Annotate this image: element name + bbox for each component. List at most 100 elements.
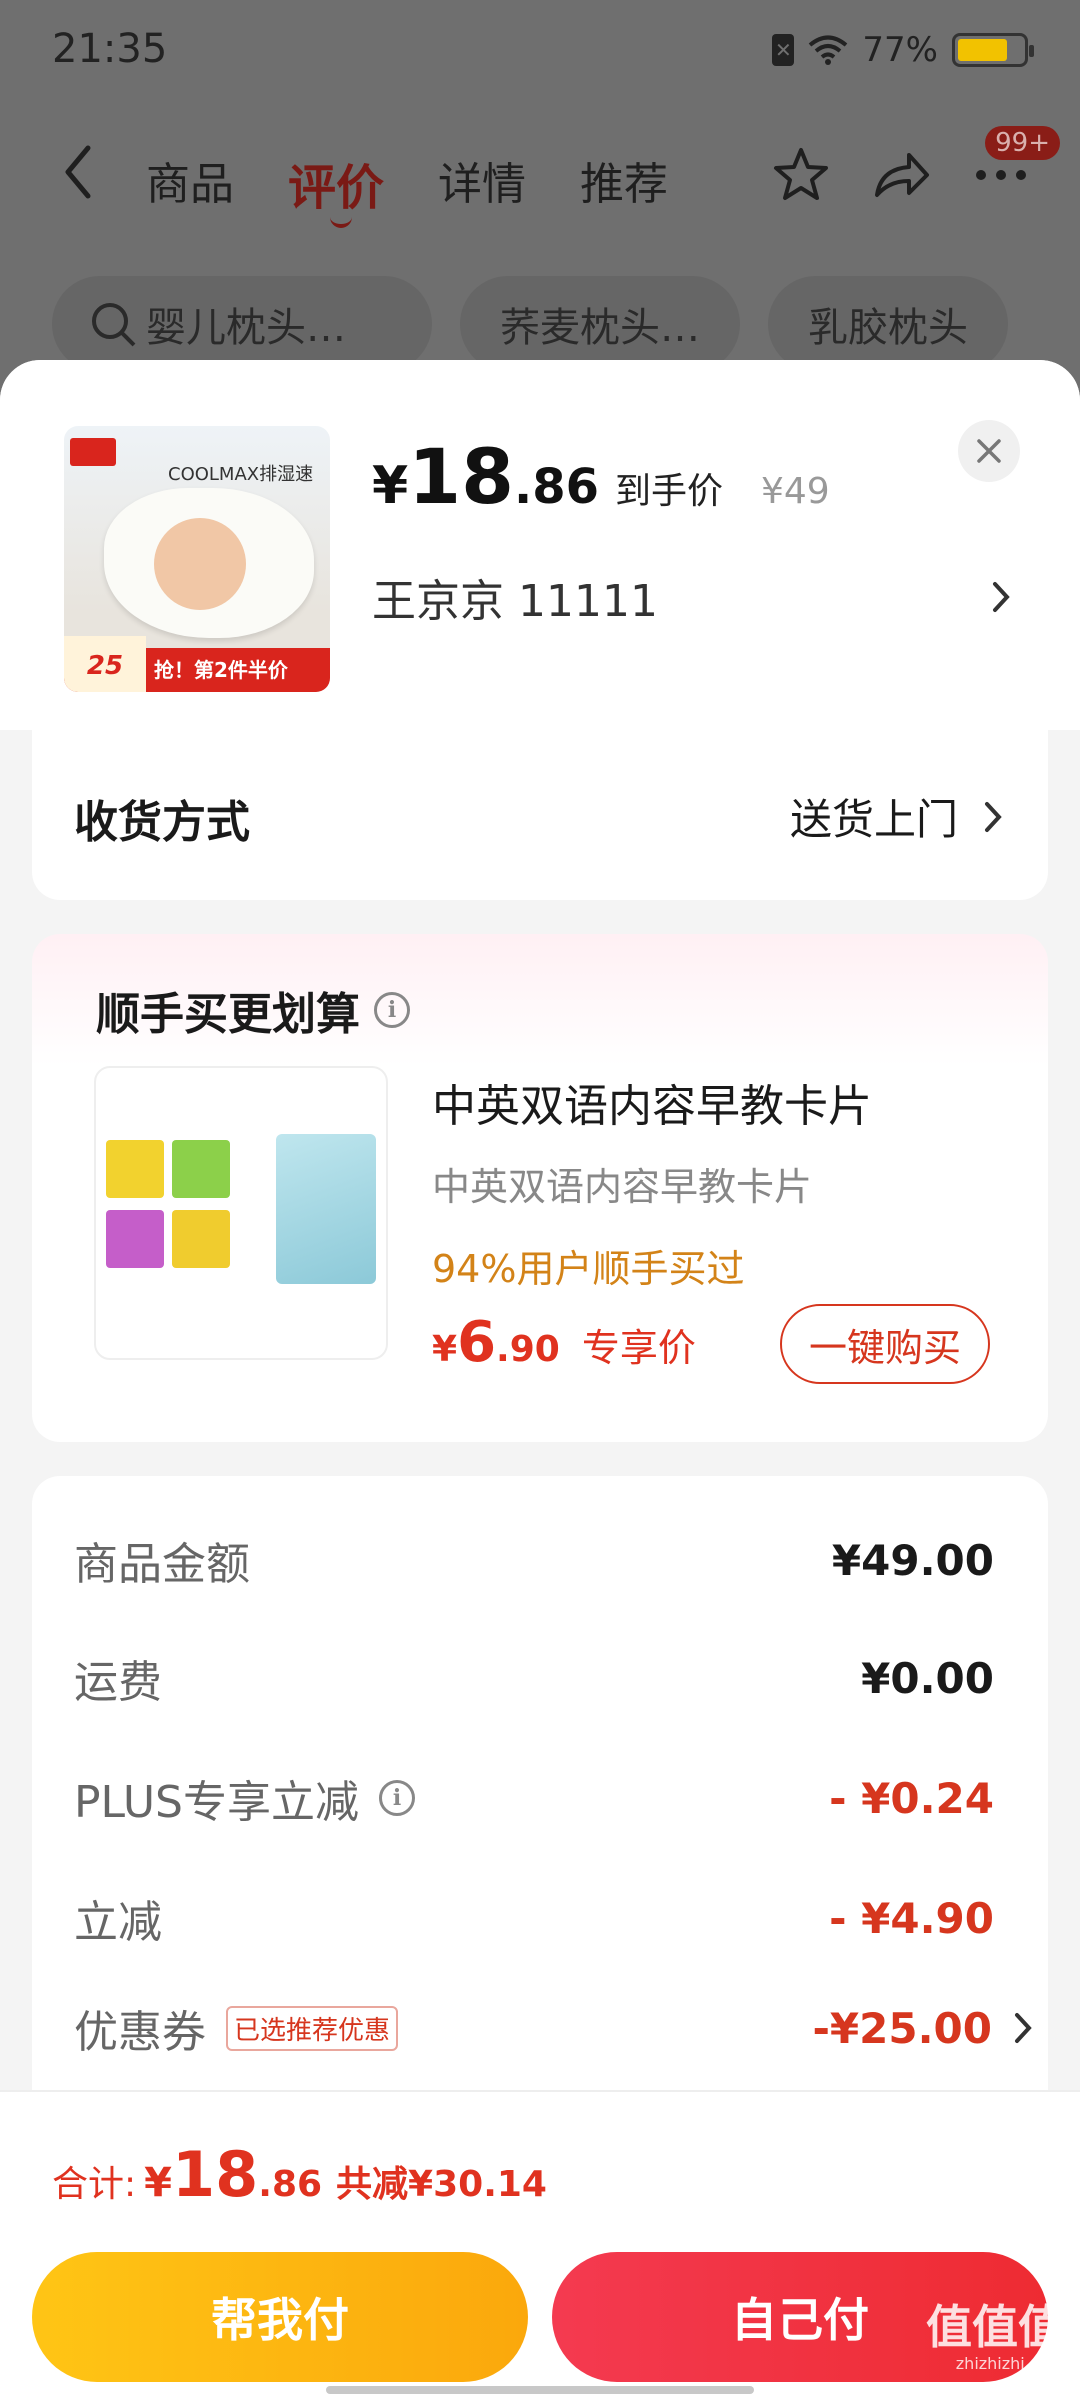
- one-click-buy-button[interactable]: 一键购买: [780, 1304, 990, 1384]
- flashcard-illustration: [106, 1140, 164, 1198]
- summary-value: -¥25.00: [812, 2003, 992, 2053]
- coupon-tag: 已选推荐优惠: [226, 2005, 399, 2051]
- delivery-label: 收货方式: [74, 797, 250, 848]
- bundle-purchase-stat: 94%用户顺手买过: [432, 1247, 745, 1291]
- search-chip-buckwheat[interactable]: 荞麦枕头…: [460, 276, 740, 372]
- close-icon: [977, 439, 1001, 463]
- price-decimal: .86: [513, 459, 599, 515]
- delivery-method-row[interactable]: 收货方式 送货上门: [32, 730, 1048, 900]
- status-bar: 21:35 ✕ 77%: [0, 0, 1080, 110]
- summary-label-wrap: 优惠券 已选推荐优惠: [74, 1996, 399, 2060]
- help-pay-button[interactable]: 帮我付: [32, 2252, 528, 2382]
- info-icon[interactable]: i: [374, 992, 410, 1028]
- order-total: 合计: ¥ 18 .86 共减¥30.14: [52, 2138, 547, 2211]
- bundle-title-text: 顺手买更划算: [96, 989, 360, 1040]
- product-image-price: 25: [64, 636, 146, 692]
- sim-icon: ✕: [772, 34, 795, 66]
- bundle-price: ¥ 6 .90 专享价: [432, 1310, 696, 1375]
- nav-actions: 99+: [768, 126, 1060, 208]
- status-time: 21:35: [52, 26, 168, 72]
- brand-logo: [70, 438, 116, 466]
- product-image: COOLMAX排湿速干 抢！第2件半价 25: [64, 426, 330, 692]
- total-decimal: .86: [258, 2164, 323, 2205]
- summary-label: 运费: [74, 1657, 162, 1708]
- price-label: 到手价: [614, 471, 723, 512]
- delivery-value-wrap: 送货上门: [790, 786, 1004, 847]
- search-chip-label: 婴儿枕头…: [146, 305, 346, 351]
- summary-label: PLUS专享立减: [74, 1777, 359, 1828]
- summary-value: - ¥4.90: [829, 1893, 994, 1943]
- tab-products[interactable]: 商品: [146, 148, 234, 218]
- price-integer: 18: [408, 432, 514, 521]
- search-icon: [92, 303, 136, 347]
- bundle-price-decimal: .90: [496, 1329, 560, 1370]
- tab-recommend[interactable]: 推荐: [580, 148, 668, 218]
- info-icon[interactable]: i: [379, 1780, 415, 1816]
- order-summary-card: 商品金额 ¥49.00 运费 ¥0.00 PLUS专享立减 i - ¥0.24 …: [32, 1476, 1048, 2176]
- checkout-sheet: COOLMAX排湿速干 抢！第2件半价 25 ¥ 18 .86 到手价 ¥49 …: [0, 360, 1080, 2400]
- price-currency: ¥: [372, 456, 409, 516]
- summary-label: 优惠券: [74, 2007, 206, 2058]
- flashcard-illustration: [172, 1140, 230, 1198]
- close-button[interactable]: [958, 420, 1020, 482]
- summary-row-shipping: 运费 ¥0.00: [74, 1646, 994, 1710]
- total-currency: ¥: [144, 2160, 172, 2206]
- notification-badge: 99+: [985, 126, 1060, 160]
- battery-percent: 77%: [862, 30, 938, 70]
- flashcard-illustration: [172, 1210, 230, 1268]
- share-icon[interactable]: [868, 142, 934, 208]
- baby-illustration: [154, 518, 246, 610]
- bundle-offer-card: 顺手买更划算 i 中英双语内容早教卡片 中英双语内容早教卡片 94%用户顺手买过…: [32, 934, 1048, 1442]
- summary-row-goods: 商品金额 ¥49.00: [74, 1528, 994, 1592]
- search-chips: 婴儿枕头… 荞麦枕头… 乳胶枕头: [52, 276, 1008, 372]
- summary-label: 商品金额: [74, 1539, 250, 1590]
- home-indicator[interactable]: [326, 2386, 754, 2394]
- wifi-icon: [809, 35, 848, 65]
- star-icon[interactable]: [768, 142, 834, 208]
- search-chip-baby-pillow[interactable]: 婴儿枕头…: [52, 276, 432, 372]
- chevron-right-icon: [1015, 2013, 1032, 2043]
- bundle-title: 顺手买更划算 i: [96, 978, 410, 1042]
- chevron-right-icon: [985, 801, 1002, 832]
- original-price: ¥49: [761, 471, 830, 512]
- watermark-text: 值值值: [926, 2300, 1064, 2354]
- flashcard-illustration: [106, 1210, 164, 1268]
- bundle-product-name[interactable]: 中英双语内容早教卡片: [432, 1070, 872, 1134]
- address-text: 王京京 11111: [372, 576, 658, 627]
- summary-row-plus: PLUS专享立减 i - ¥0.24: [74, 1766, 994, 1830]
- address-row[interactable]: 王京京 11111: [372, 565, 1012, 629]
- summary-row-discount: 立减 - ¥4.90: [74, 1886, 994, 1950]
- summary-label-wrap: PLUS专享立减 i: [74, 1766, 415, 1830]
- top-nav: 商品 评价 详情 推荐 99+: [0, 120, 1080, 230]
- total-integer: 18: [171, 2138, 259, 2211]
- product-header: COOLMAX排湿速干 抢！第2件半价 25 ¥ 18 .86 到手价 ¥49 …: [0, 360, 1080, 730]
- bundle-price-integer: 6: [457, 1310, 497, 1375]
- bundle-product-image[interactable]: [94, 1066, 388, 1360]
- bundle-price-currency: ¥: [432, 1329, 458, 1370]
- tab-reviews[interactable]: 评价: [288, 148, 384, 228]
- status-icons: ✕ 77%: [772, 30, 1034, 70]
- bundle-price-label: 专享价: [581, 1326, 696, 1370]
- card-box-illustration: [276, 1134, 376, 1284]
- chevron-right-icon: [993, 582, 1010, 612]
- more-icon[interactable]: 99+: [968, 126, 1060, 208]
- summary-label: 立减: [74, 1897, 162, 1948]
- summary-value: ¥0.00: [861, 1653, 994, 1703]
- watermark: 值值值 zhizhizhi.com: [926, 2304, 1064, 2372]
- summary-row-coupon[interactable]: 优惠券 已选推荐优惠 -¥25.00: [74, 1996, 1032, 2060]
- total-label: 合计:: [52, 2164, 137, 2205]
- battery-fill: [958, 39, 1008, 61]
- total-saving: 共减¥30.14: [336, 2164, 547, 2205]
- delivery-value: 送货上门: [789, 795, 958, 844]
- nav-tabs: 商品 评价 详情 推荐: [146, 148, 668, 228]
- checkout-footer: 合计: ¥ 18 .86 共减¥30.14 帮我付 自己付 值值值 zhizhi…: [0, 2090, 1080, 2400]
- search-chip-latex[interactable]: 乳胶枕头: [768, 276, 1008, 372]
- battery-icon: [952, 33, 1034, 67]
- summary-value: - ¥0.24: [829, 1773, 994, 1823]
- back-icon[interactable]: [58, 142, 98, 202]
- summary-value: ¥49.00: [831, 1535, 994, 1585]
- watermark-url: zhizhizhi.com: [955, 2354, 1064, 2373]
- coupon-value-wrap: -¥25.00: [812, 2003, 1032, 2053]
- product-price: ¥ 18 .86 到手价 ¥49: [372, 432, 830, 521]
- tab-details[interactable]: 详情: [438, 148, 526, 218]
